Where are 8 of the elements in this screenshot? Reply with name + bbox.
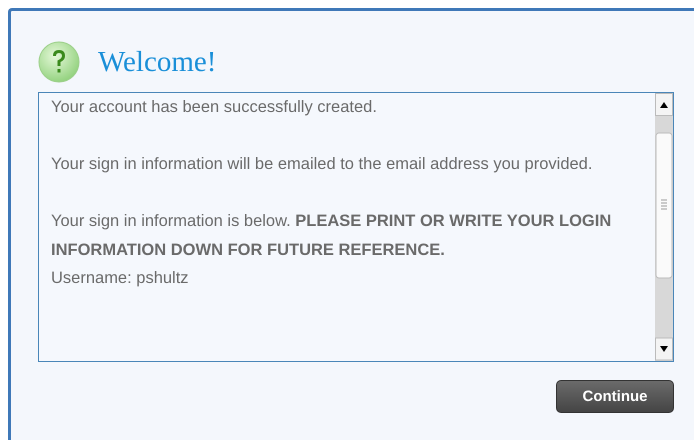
continue-button[interactable]: Continue xyxy=(556,380,674,413)
question-icon xyxy=(38,41,80,83)
message-text: Your account has been successfully created. xyxy=(51,97,378,118)
scrollbar[interactable] xyxy=(655,93,673,361)
message-text: Your sign in information is below. PLEASE PRINT OR WRITE YOUR LOGIN INFORMATION DOWN FOR FUTURE REFERENCE. xyxy=(51,211,612,260)
message-text: Username: pshultz xyxy=(51,268,190,289)
message-text: Your sign in information will be emailed to the email address you provided. xyxy=(51,154,594,175)
dialog-title: Welcome! xyxy=(98,46,216,78)
